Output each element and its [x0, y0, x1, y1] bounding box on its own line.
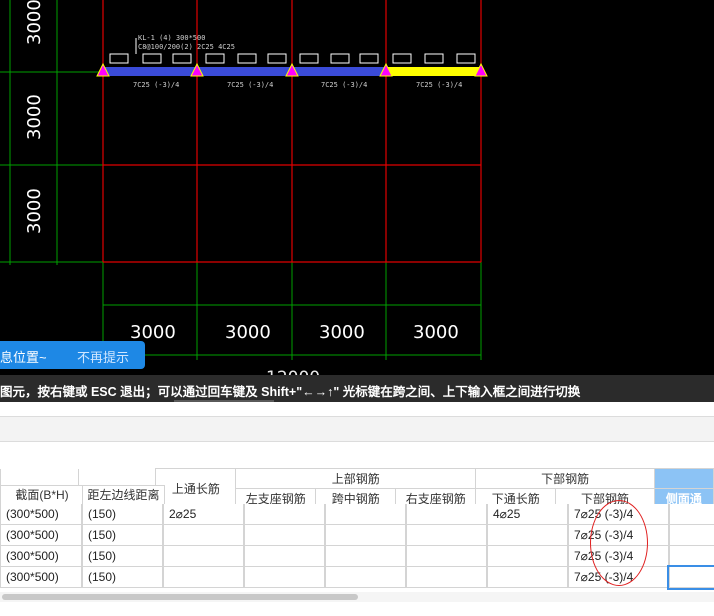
table-cell[interactable] — [325, 525, 406, 546]
table-cell[interactable]: (300*500) — [0, 525, 82, 546]
table-cell[interactable] — [325, 504, 406, 525]
table-cell[interactable]: (150) — [82, 546, 163, 567]
table-cell[interactable] — [406, 525, 487, 546]
dim-bottom: 3000 — [413, 322, 459, 343]
table-cell[interactable] — [163, 567, 244, 588]
table-cell[interactable] — [163, 525, 244, 546]
span-label: 7C25 (-3)/4 — [133, 81, 179, 89]
table-cell[interactable]: (300*500) — [0, 546, 82, 567]
span-label: 7C25 (-3)/4 — [227, 81, 273, 89]
dim-left: 3000 — [24, 188, 45, 234]
header-side-spacer — [653, 468, 714, 489]
table-cell[interactable] — [406, 546, 487, 567]
table-cell[interactable] — [487, 525, 568, 546]
dont-show-again-link[interactable]: 不再提示 — [77, 347, 129, 366]
span-label: 7C25 (-3)/4 — [321, 81, 367, 89]
table-cell[interactable]: 7⌀25 (-3)/4 — [568, 546, 669, 567]
dim-bottom: 3000 — [319, 322, 365, 343]
table-cell[interactable]: (150) — [82, 567, 163, 588]
beam-label-line2: C8@100/200(2) 2C25 4C25 — [138, 43, 235, 51]
horizontal-scrollbar[interactable] — [0, 592, 714, 602]
dim-bottom: 3000 — [225, 322, 271, 343]
table-cell[interactable] — [669, 504, 714, 525]
table-cell[interactable]: 7⌀25 (-3)/4 — [568, 504, 669, 525]
table-cell[interactable] — [325, 546, 406, 567]
tip-banner: 息位置~ 不再提示 — [0, 341, 145, 369]
dim-bottom: 3000 — [130, 322, 176, 343]
status-bar: 图元，按右键或 ESC 退出；可以通过回车键及 Shift+"←→↑" 光标键在… — [0, 375, 714, 402]
span-label: 7C25 (-3)/4 — [416, 81, 462, 89]
table-cell[interactable] — [163, 546, 244, 567]
table-cell[interactable]: (150) — [82, 525, 163, 546]
table-cell[interactable] — [669, 525, 714, 546]
col-section: 截面(B*H) — [0, 485, 84, 505]
table-cell[interactable]: 7⌀25 (-3)/4 — [568, 567, 669, 588]
panel-toolbar — [0, 416, 714, 442]
header-bottom-rebar: 下部钢筋 — [475, 468, 655, 489]
header-top-rebar: 上部钢筋 — [235, 468, 477, 489]
beam-span-selected[interactable] — [386, 67, 481, 76]
table-cell[interactable]: 4⌀25 — [487, 504, 568, 525]
table-cell[interactable]: (300*500) — [0, 504, 82, 525]
table-cell[interactable] — [487, 546, 568, 567]
table-cell[interactable] — [244, 504, 325, 525]
beam-span[interactable] — [103, 67, 386, 76]
table-cell[interactable]: 2⌀25 — [163, 504, 244, 525]
cad-canvas[interactable]: KL-1 (4) 300*500 C8@100/200(2) 2C25 4C25… — [0, 0, 714, 375]
panel-bottom — [0, 602, 714, 616]
table-cell[interactable] — [669, 546, 714, 567]
table-cell[interactable] — [406, 504, 487, 525]
table-cell[interactable]: (150) — [82, 504, 163, 525]
dim-left: 3000 — [24, 94, 45, 140]
panel-spacer — [0, 402, 714, 416]
header-top-through: 上通长筋 — [155, 468, 237, 509]
table-cell[interactable]: 7⌀25 (-3)/4 — [568, 525, 669, 546]
table-cell[interactable] — [244, 525, 325, 546]
table-cell[interactable] — [487, 567, 568, 588]
scroll-thumb[interactable] — [2, 594, 358, 600]
col-offset: 距左边线距离 — [82, 485, 165, 505]
beam-label-line1: KL-1 (4) 300*500 — [138, 34, 205, 42]
dim-left: 3000 — [24, 0, 45, 45]
table-cell[interactable] — [406, 567, 487, 588]
tip-message: 息位置~ — [0, 350, 47, 365]
table-cell[interactable] — [244, 567, 325, 588]
drawing-area[interactable]: KL-1 (4) 300*500 C8@100/200(2) 2C25 4C25… — [0, 0, 714, 375]
table-cell[interactable]: (300*500) — [0, 567, 82, 588]
table-cell[interactable] — [667, 565, 714, 590]
table-cell[interactable] — [325, 567, 406, 588]
status-text: 图元，按右键或 ESC 退出；可以通过回车键及 Shift+"←→↑" 光标键在… — [0, 385, 581, 399]
table-cell[interactable] — [244, 546, 325, 567]
